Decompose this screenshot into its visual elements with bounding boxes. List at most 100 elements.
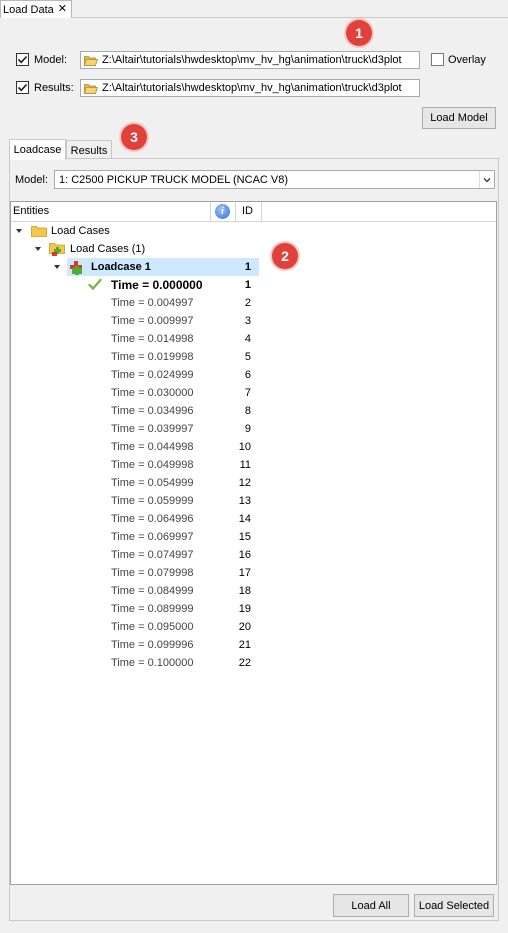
tree-node-time-step[interactable]: Time = 0.030000 7 [11,384,261,402]
time-step-id: 17 [238,567,251,579]
annotation-badge-2: 2 [272,243,298,269]
tree-node-time-step[interactable]: Time = 0.084999 18 [11,582,261,600]
time-step-id: 16 [238,549,251,561]
tree-node-time-step[interactable]: Time = 0.095000 20 [11,618,261,636]
tree-node-label: Loadcase 1 [91,261,151,273]
time-step-label: Time = 0.039997 [111,423,194,435]
time-step-id: 12 [238,477,251,489]
tree-node-time-step[interactable]: Time = 0.049998 11 [11,456,261,474]
time-step-id: 3 [244,315,251,327]
tree-node-time-step[interactable]: Time = 0.024999 6 [11,366,261,384]
overlay-label: Overlay [448,54,486,66]
tree-node-time-step[interactable]: Time = 0.064996 14 [11,510,261,528]
time-step-id: 22 [238,657,251,669]
load-model-button[interactable]: Load Model [422,107,496,129]
time-step-label: Time = 0.044998 [111,441,194,453]
tree-node-time-step[interactable]: Time = 0.039997 9 [11,420,261,438]
time-step-label: Time = 0.019998 [111,351,194,363]
tree-node-time-step[interactable]: Time = 0.100000 22 [11,654,261,672]
entity-tree[interactable]: Entities i ID Load Cases Load Cases (1) [10,201,497,885]
load-data-tab-title: Load Data [3,3,54,16]
model-checkbox[interactable] [16,53,29,66]
time-step-id: 19 [238,603,251,615]
tab-loadcase[interactable]: Loadcase [9,139,66,160]
model-path-text: Z:\Altair\tutorials\hwdesktop\mv_hv_hg\a… [102,54,402,66]
time-step-label: Time = 0.084999 [111,585,194,597]
time-step-label: Time = 0.069997 [111,531,194,543]
tree-node-time-step[interactable]: Time = 0.000000 1 [11,276,261,294]
time-step-id: 20 [238,621,251,633]
tree-node-time-step[interactable]: Time = 0.009997 3 [11,312,261,330]
folder-open-icon[interactable] [83,55,99,66]
time-step-id: 9 [244,423,251,435]
load-all-button[interactable]: Load All [333,894,409,917]
time-step-label: Time = 0.024999 [111,369,194,381]
time-step-label: Time = 0.089999 [111,603,194,615]
results-checkbox[interactable] [16,81,29,94]
time-step-id: 15 [238,531,251,543]
tree-node-time-step[interactable]: Time = 0.034996 8 [11,402,261,420]
tree-node-label: Load Cases (1) [70,243,146,255]
tab-results[interactable]: Results [66,140,112,160]
tree-node-time-step[interactable]: Time = 0.059999 13 [11,492,261,510]
time-step-label: Time = 0.079998 [111,567,194,579]
time-step-label: Time = 0.014998 [111,333,194,345]
checkmark-icon [17,55,28,64]
time-step-id: 5 [244,351,251,363]
time-step-label: Time = 0.100000 [111,657,194,669]
tree-node-time-step[interactable]: Time = 0.044998 10 [11,438,261,456]
tree-node-time-step[interactable]: Time = 0.079998 17 [11,564,261,582]
time-step-label: Time = 0.054999 [111,477,194,489]
tree-node-time-step[interactable]: Time = 0.099996 21 [11,636,261,654]
time-step-label: Time = 0.000000 [111,278,203,292]
time-step-id: 7 [244,387,251,399]
load-selected-button[interactable]: Load Selected [414,894,494,917]
results-path-text: Z:\Altair\tutorials\hwdesktop\mv_hv_hg\a… [102,82,402,94]
time-step-label: Time = 0.099996 [111,639,194,651]
time-step-id: 2 [244,297,251,309]
model-label: Model: [34,54,68,66]
time-step-label: Time = 0.064996 [111,513,194,525]
close-icon[interactable]: ✕ [58,4,67,15]
tree-node-load-cases[interactable]: Load Cases [11,222,261,240]
results-path-field[interactable]: Z:\Altair\tutorials\hwdesktop\mv_hv_hg\a… [80,79,420,97]
tree-node-time-step[interactable]: Time = 0.074997 16 [11,546,261,564]
tree-node-time-step[interactable]: Time = 0.014998 4 [11,330,261,348]
tree-node-label: Load Cases [51,225,110,237]
time-step-id: 1 [244,279,251,291]
tree-node-loadcase-1-content: Loadcase 1 1 [11,258,261,276]
load-data-tab[interactable]: Load Data ✕ [0,0,72,18]
time-step-id: 14 [238,513,251,525]
annotation-badge-3: 3 [121,124,147,150]
model-path-field[interactable]: Z:\Altair\tutorials\hwdesktop\mv_hv_hg\a… [80,51,420,69]
checkmark-icon [17,83,28,92]
tree-node-time-step[interactable]: Time = 0.004997 2 [11,294,261,312]
column-header-entities[interactable]: Entities [13,205,49,217]
info-icon[interactable]: i [215,204,230,219]
time-step-label: Time = 0.004997 [111,297,194,309]
tree-node-time-step[interactable]: Time = 0.019998 5 [11,348,261,366]
model-select[interactable]: 1: C2500 PICKUP TRUCK MODEL (NCAC V8) [54,170,495,189]
time-step-label: Time = 0.059999 [111,495,194,507]
tree-node-time-step[interactable]: Time = 0.054999 12 [11,474,261,492]
time-step-id: 18 [238,585,251,597]
column-header-id[interactable]: ID [242,205,253,217]
time-step-id: 10 [238,441,251,453]
time-step-label: Time = 0.009997 [111,315,194,327]
folder-open-icon[interactable] [83,83,99,94]
time-step-label: Time = 0.074997 [111,549,194,561]
model-select-label: Model: [15,174,49,186]
document-tab-strip [0,0,508,18]
tree-node-time-step[interactable]: Time = 0.069997 15 [11,528,261,546]
tree-node-time-step[interactable]: Time = 0.089999 19 [11,600,261,618]
time-step-id: 6 [244,369,251,381]
time-step-id: 4 [244,333,251,345]
tree-node-load-cases-group[interactable]: Load Cases (1) [11,240,261,258]
time-step-label: Time = 0.030000 [111,387,194,399]
tree-node-id: 1 [244,261,251,273]
chevron-down-icon[interactable] [479,171,494,188]
time-step-label: Time = 0.049998 [111,459,194,471]
model-select-value: 1: C2500 PICKUP TRUCK MODEL (NCAC V8) [59,173,289,186]
time-step-id: 8 [244,405,251,417]
overlay-checkbox[interactable] [431,53,444,66]
